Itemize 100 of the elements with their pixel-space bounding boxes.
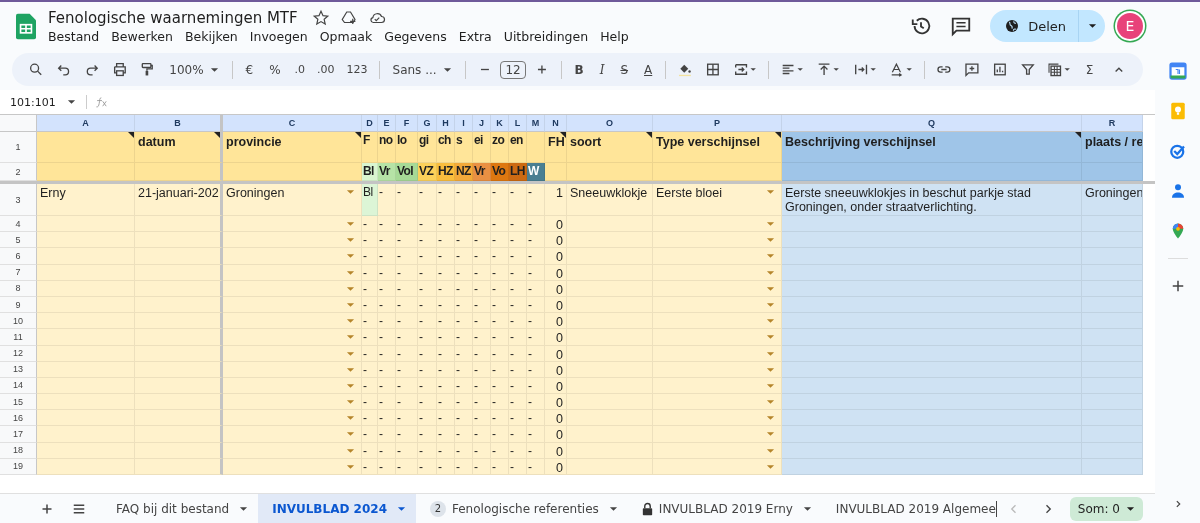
sheet-tab[interactable]: FAQ bij dit bestand bbox=[102, 494, 259, 523]
menu-item[interactable]: Bewerken bbox=[111, 28, 173, 44]
caret-icon[interactable] bbox=[346, 318, 355, 325]
dropdown-cell[interactable]: Groningen bbox=[223, 184, 362, 216]
caret-icon[interactable] bbox=[766, 318, 775, 325]
caret-icon[interactable] bbox=[346, 334, 355, 341]
dropdown-cell[interactable] bbox=[653, 248, 782, 265]
history-icon[interactable] bbox=[910, 15, 933, 37]
drive-add-icon[interactable] bbox=[339, 8, 358, 27]
dropdown-cell[interactable] bbox=[653, 426, 782, 443]
column-header[interactable]: K bbox=[491, 115, 509, 132]
caret-icon[interactable] bbox=[346, 431, 355, 438]
calendar-icon[interactable] bbox=[1168, 62, 1187, 80]
column-header[interactable]: B bbox=[135, 115, 223, 132]
row-header[interactable]: 11 bbox=[0, 329, 37, 346]
sheet-tab[interactable]: INVULBLAD 2019 Erny bbox=[627, 494, 822, 523]
column-header[interactable]: R bbox=[1082, 115, 1143, 132]
caret-icon[interactable] bbox=[766, 237, 775, 244]
column-header[interactable]: A bbox=[37, 115, 135, 132]
sheets-logo-icon[interactable] bbox=[16, 12, 36, 40]
menu-item[interactable]: Opmaak bbox=[319, 28, 373, 44]
dropdown-cell[interactable] bbox=[223, 329, 362, 346]
caret-icon[interactable] bbox=[766, 253, 775, 260]
currency-format-button[interactable]: € bbox=[239, 62, 260, 77]
row-header[interactable]: 6 bbox=[0, 248, 37, 265]
lightbulb-icon[interactable] bbox=[1168, 102, 1187, 120]
row-header[interactable]: 15 bbox=[0, 394, 37, 411]
menu-item[interactable]: Help bbox=[600, 28, 629, 44]
caret-icon[interactable] bbox=[766, 189, 775, 195]
caret-icon[interactable] bbox=[766, 301, 775, 308]
caret-icon[interactable] bbox=[346, 269, 355, 276]
dropdown-cell[interactable] bbox=[223, 216, 362, 233]
row-header[interactable]: 5 bbox=[0, 232, 37, 249]
column-header[interactable]: J bbox=[473, 115, 491, 132]
column-header[interactable]: H bbox=[437, 115, 455, 132]
caret-icon[interactable] bbox=[766, 415, 775, 422]
decrease-decimals-button[interactable]: .0 bbox=[290, 63, 310, 76]
functions-button[interactable]: Σ bbox=[1079, 62, 1100, 77]
percent-format-button[interactable]: % bbox=[263, 62, 287, 77]
caret-icon[interactable] bbox=[346, 237, 355, 244]
menu-item[interactable]: Invoegen bbox=[249, 28, 308, 44]
caret-icon[interactable] bbox=[346, 399, 355, 406]
dropdown-cell[interactable] bbox=[223, 232, 362, 249]
zoom-dropdown[interactable]: 100% bbox=[163, 62, 225, 77]
row-header[interactable]: 3 bbox=[0, 184, 37, 216]
caret-icon[interactable] bbox=[766, 350, 775, 357]
comment-icon[interactable] bbox=[950, 15, 973, 37]
task-check-icon[interactable] bbox=[1168, 142, 1187, 160]
dropdown-cell[interactable] bbox=[653, 313, 782, 330]
dropdown-cell[interactable] bbox=[223, 248, 362, 265]
column-header[interactable]: D bbox=[362, 115, 378, 132]
menu-item[interactable]: Extra bbox=[458, 28, 492, 44]
column-header[interactable]: F bbox=[396, 115, 418, 132]
number-format-button[interactable]: 123 bbox=[342, 63, 372, 76]
bold-button[interactable]: B bbox=[568, 62, 590, 77]
menu-item[interactable]: Bestand bbox=[48, 28, 100, 44]
column-header[interactable]: G bbox=[418, 115, 437, 132]
italic-button[interactable]: I bbox=[593, 62, 611, 77]
caret-icon[interactable] bbox=[346, 253, 355, 260]
caret-icon[interactable] bbox=[346, 221, 355, 227]
font-dropdown[interactable]: Sans ... bbox=[386, 62, 458, 77]
column-header[interactable]: L bbox=[509, 115, 527, 132]
row-header[interactable]: 4 bbox=[0, 216, 37, 233]
row-header[interactable]: 10 bbox=[0, 313, 37, 330]
caret-icon[interactable] bbox=[346, 350, 355, 357]
strikethrough-button[interactable]: S bbox=[614, 62, 635, 77]
column-header[interactable]: E bbox=[378, 115, 396, 132]
column-header[interactable]: P bbox=[653, 115, 782, 132]
sheet-tab[interactable]: INVULBLAD 2019 Algemee bbox=[821, 494, 1006, 523]
name-box[interactable]: 101:101 bbox=[10, 95, 76, 109]
menu-item[interactable]: Uitbreidingen bbox=[503, 28, 589, 44]
caret-icon[interactable] bbox=[346, 285, 355, 292]
caret-icon[interactable] bbox=[346, 366, 355, 373]
caret-icon[interactable] bbox=[346, 189, 355, 195]
caret-icon[interactable] bbox=[346, 415, 355, 422]
row-header[interactable]: 17 bbox=[0, 426, 37, 443]
text-color-button[interactable]: A bbox=[638, 62, 659, 77]
dropdown-cell[interactable]: Eerste bloei bbox=[653, 184, 782, 216]
row-header[interactable]: 1 bbox=[0, 132, 37, 163]
column-header[interactable]: I bbox=[455, 115, 473, 132]
sheet-tab[interactable]: INVULBLAD 2024 bbox=[258, 494, 416, 523]
caret-icon[interactable] bbox=[766, 382, 775, 389]
menu-item[interactable]: Bekijken bbox=[184, 28, 238, 44]
dropdown-cell[interactable] bbox=[223, 313, 362, 330]
caret-icon[interactable] bbox=[766, 334, 775, 341]
caret-icon[interactable] bbox=[346, 382, 355, 389]
share-button[interactable]: Delen bbox=[990, 10, 1079, 42]
caret-icon[interactable] bbox=[766, 399, 775, 406]
caret-icon[interactable] bbox=[766, 221, 775, 227]
row-header[interactable]: 2 bbox=[0, 163, 37, 181]
menu-item[interactable]: Gegevens bbox=[384, 28, 447, 44]
caret-icon[interactable] bbox=[766, 431, 775, 438]
dropdown-cell[interactable] bbox=[223, 394, 362, 411]
caret-icon[interactable] bbox=[346, 463, 355, 470]
dropdown-cell[interactable] bbox=[653, 410, 782, 427]
column-header[interactable]: N bbox=[545, 115, 567, 132]
column-header[interactable]: Q bbox=[782, 115, 1082, 132]
increase-decimals-button[interactable]: .00 bbox=[313, 63, 339, 76]
account-avatar[interactable]: E bbox=[1117, 13, 1143, 39]
star-icon[interactable] bbox=[311, 8, 330, 27]
